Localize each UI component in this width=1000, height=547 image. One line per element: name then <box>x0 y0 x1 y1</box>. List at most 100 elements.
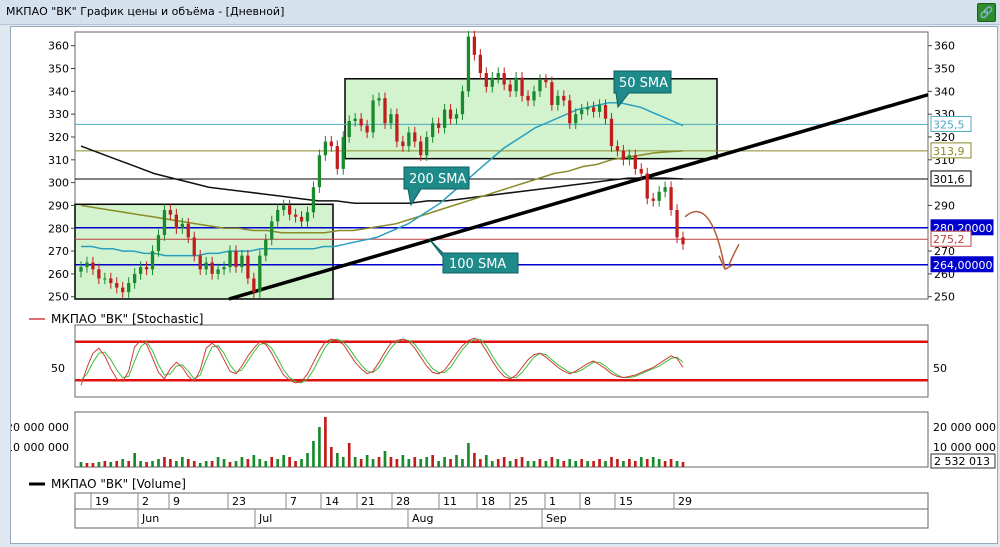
volume-bar <box>234 461 238 467</box>
volume-tick-left-20m: 20 000 000 <box>11 421 69 434</box>
candle-body <box>431 123 435 137</box>
candle-body <box>568 100 572 124</box>
candle-body <box>323 141 328 156</box>
volume-bar <box>419 459 423 467</box>
volume-bar <box>329 447 333 467</box>
candle-body <box>472 36 477 55</box>
candle-body <box>103 278 107 280</box>
candle-body <box>198 255 202 270</box>
volume-bar <box>228 462 232 467</box>
price-tick-label-left: 340 <box>48 85 69 98</box>
volume-bar <box>473 453 476 467</box>
volume-bar <box>204 461 208 467</box>
volume-bar <box>216 457 220 467</box>
volume-bar <box>413 457 417 467</box>
volume-bar <box>252 455 256 467</box>
candle-body <box>168 210 173 215</box>
volume-bar <box>198 463 202 467</box>
volume-bar <box>91 463 95 467</box>
candle-body <box>365 125 369 133</box>
candle-body <box>377 98 381 101</box>
sma100-label: 100 SMA <box>449 257 506 272</box>
candle-body <box>419 141 423 156</box>
date-axis[interactable] <box>74 492 929 529</box>
candle-body <box>335 146 339 169</box>
price-tick-label-right: 350 <box>934 63 955 76</box>
price-tick-label-left: 280 <box>48 222 69 235</box>
volume-bar <box>359 459 363 467</box>
candle-body <box>162 210 167 236</box>
volume-bar <box>312 441 315 467</box>
volume-bar <box>306 453 309 467</box>
link-icon[interactable]: 🔗 <box>977 3 996 22</box>
candle-body <box>91 262 95 270</box>
volume-bar <box>169 459 172 467</box>
candle-body <box>192 237 196 256</box>
candle-body <box>311 187 316 213</box>
volume-bar <box>526 461 530 467</box>
candle-body <box>436 123 441 128</box>
volume-bar <box>598 459 601 467</box>
candle-body <box>299 216 304 222</box>
volume-bar <box>371 459 375 467</box>
volume-bar <box>592 461 595 467</box>
volume-panel <box>74 411 929 468</box>
stoch-legend: МКПАО "ВК" [Stochastic] <box>51 312 203 326</box>
volume-bar <box>628 459 631 467</box>
candle-body <box>180 223 184 229</box>
volume-bar <box>657 459 661 467</box>
volume-bar <box>377 457 381 467</box>
candle-body <box>544 79 548 83</box>
candle-body <box>234 251 238 268</box>
volume-bar <box>186 459 190 467</box>
price-tag-label: 325,5 <box>933 118 965 131</box>
date-day-label: 9 <box>173 495 180 508</box>
candle-body <box>645 173 649 199</box>
volume-bar <box>365 455 369 467</box>
candle-body <box>514 77 518 92</box>
price-tick-label-left: 290 <box>48 199 69 212</box>
date-day-label: 28 <box>396 495 410 508</box>
candle-body <box>532 91 536 101</box>
date-day-label: 25 <box>514 495 528 508</box>
chart-svg[interactable]: 360350340330320310300290280270260250 360… <box>6 27 997 543</box>
price-tick-label-left: 320 <box>48 131 69 144</box>
volume-bar <box>669 459 673 467</box>
candle-body <box>591 107 596 112</box>
candle-body <box>580 109 584 115</box>
price-tick-label-left: 300 <box>48 177 69 190</box>
volume-tick-right-10m: 10 000 000 <box>933 441 996 454</box>
candle-body <box>496 73 500 78</box>
volume-bar <box>544 461 548 467</box>
volume-bar <box>127 461 131 467</box>
volume-bar <box>449 459 452 467</box>
candle-body <box>663 187 667 192</box>
candle-body <box>627 155 631 160</box>
volume-bar <box>163 457 166 467</box>
volume-bar <box>175 461 178 467</box>
date-day-label: 2 <box>142 495 149 508</box>
date-month-label: Aug <box>412 512 433 525</box>
date-month-label: Jun <box>141 512 159 525</box>
candle-body <box>210 262 214 274</box>
volume-bar <box>133 453 136 467</box>
volume-bar <box>580 459 584 467</box>
candle-body <box>609 118 614 147</box>
volume-bar <box>324 417 327 467</box>
volume-bar <box>341 457 345 467</box>
candle-body <box>97 269 101 279</box>
chart-canvas[interactable]: 360 350 340 330 320 310 300 290 280 270 260 250 360… <box>6 26 998 544</box>
candle-body <box>484 73 488 87</box>
date-day-label: 29 <box>678 495 692 508</box>
candle-body <box>186 223 190 238</box>
date-day-label: 8 <box>584 495 591 508</box>
volume-bar <box>443 457 446 467</box>
volume-bar <box>192 461 196 467</box>
price-tick-label-left: 360 <box>48 40 69 53</box>
candle-body <box>121 287 125 293</box>
volume-bar <box>157 459 160 467</box>
price-tag-label: 301,6 <box>933 173 965 186</box>
volume-bar <box>616 459 619 467</box>
volume-bar <box>288 457 291 467</box>
volume-bar <box>139 461 142 467</box>
